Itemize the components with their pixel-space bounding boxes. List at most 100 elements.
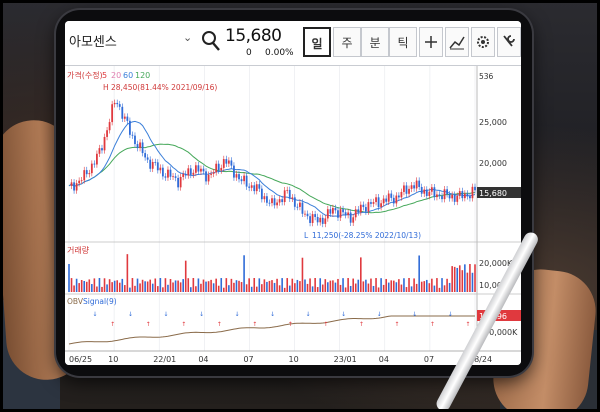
- volume-bar: [321, 284, 324, 292]
- candle-body: [433, 187, 436, 198]
- volume-bar: [108, 279, 111, 292]
- volume-bar: [103, 278, 106, 292]
- volume-bar: [347, 278, 349, 292]
- volume-bar: [410, 286, 413, 292]
- candle-body: [200, 168, 202, 172]
- candle-body: [306, 213, 309, 217]
- volume-bar: [167, 284, 169, 292]
- candle-body: [146, 157, 149, 160]
- ma20-legend: 20: [111, 71, 121, 80]
- candle-body: [342, 209, 344, 213]
- candle-body: [446, 189, 448, 195]
- volume-bar: [263, 279, 266, 292]
- tab-tick[interactable]: 틱: [389, 27, 417, 57]
- volume-bar: [184, 260, 187, 292]
- candle-body: [263, 196, 266, 200]
- candle-body: [139, 142, 141, 149]
- volume-bar: [349, 285, 352, 292]
- candle-body: [161, 167, 164, 177]
- candle-body: [471, 186, 474, 199]
- volume-bar: [283, 287, 286, 292]
- candle-body: [448, 194, 451, 199]
- candle-body: [405, 185, 408, 194]
- chevron-down-icon[interactable]: ⌄: [183, 31, 192, 44]
- volume-bar: [225, 278, 228, 292]
- signal-arrow: ↑: [465, 321, 470, 328]
- signal-arrow: ↑: [288, 321, 293, 328]
- candle-body: [238, 174, 240, 180]
- candle-body: [458, 191, 461, 196]
- volume-bar: [387, 282, 390, 292]
- volume-bar: [162, 287, 164, 292]
- stock-name[interactable]: 아모센스: [69, 31, 117, 50]
- volume-bar: [448, 282, 451, 292]
- signal-arrow: ↑: [359, 321, 364, 328]
- signal-arrow: ↓: [128, 311, 133, 318]
- signal-arrow: ↓: [412, 311, 417, 318]
- candle-body: [121, 106, 124, 119]
- candle-body: [344, 212, 347, 216]
- candle-body: [293, 197, 296, 207]
- candle-body: [108, 122, 111, 131]
- volume-bar: [370, 278, 372, 292]
- candle-body: [329, 209, 332, 214]
- price-change-percent: 0.00%: [265, 48, 294, 58]
- candle-body: [205, 171, 207, 182]
- candle-body: [182, 173, 185, 177]
- candle-body: [271, 198, 273, 204]
- top-tick: 536: [479, 72, 494, 81]
- stock-app-screen: 아모센스 ⌄ 15,680 0 0.00% 일 주 분 틱 가격(수정) 5 2…: [65, 21, 521, 365]
- tab-minute[interactable]: 분: [361, 27, 389, 57]
- candle-body: [266, 196, 268, 203]
- candle-body: [451, 194, 454, 199]
- volume-bar: [314, 278, 316, 292]
- volume-bar: [240, 282, 243, 292]
- candle-body: [418, 180, 421, 187]
- stock-chart[interactable]: 가격(수정) 5 20 60 120 H 28,450(81.44% 2021/…: [65, 66, 521, 365]
- volume-bar: [446, 278, 448, 292]
- current-price: 15,680: [225, 26, 282, 46]
- volume-bar: [342, 278, 344, 292]
- candle-body: [144, 153, 147, 158]
- candle-body: [80, 180, 83, 182]
- volume-bar: [190, 287, 192, 292]
- candle-body: [248, 186, 251, 188]
- candle-body: [225, 159, 228, 164]
- x-tick-label: 10: [289, 355, 299, 364]
- volume-bar: [281, 278, 283, 292]
- candle-body: [255, 184, 258, 192]
- candle-body: [276, 202, 278, 206]
- volume-bar: [141, 279, 144, 292]
- volume-bar: [436, 278, 438, 292]
- candle-body: [372, 202, 375, 204]
- tab-weekly[interactable]: 주: [333, 27, 361, 57]
- search-icon[interactable]: [199, 29, 223, 53]
- volume-bar: [70, 278, 73, 292]
- volume-bar: [96, 286, 98, 292]
- x-tick-label: 22/01: [153, 355, 176, 364]
- candle-body: [436, 194, 438, 198]
- candle-body: [463, 193, 466, 199]
- volume-bar: [83, 281, 86, 292]
- volume-bar: [400, 284, 403, 292]
- indicator-icon[interactable]: [445, 27, 469, 57]
- volume-bar: [309, 278, 311, 292]
- volume-bar: [88, 279, 91, 292]
- candle-body: [354, 209, 357, 218]
- tab-daily[interactable]: 일: [303, 27, 331, 57]
- volume-bar: [441, 278, 443, 292]
- candle-body: [415, 180, 418, 189]
- candle-body: [113, 102, 116, 105]
- volume-bar: [390, 280, 393, 292]
- candle-body: [116, 102, 119, 105]
- crosshair-icon[interactable]: [419, 27, 443, 57]
- volume-bar: [311, 286, 314, 292]
- settings-icon[interactable]: [471, 27, 495, 57]
- volume-bar: [205, 281, 207, 292]
- candle-body: [101, 148, 103, 151]
- candle-body: [187, 168, 190, 176]
- wrench-icon[interactable]: [497, 27, 521, 57]
- volume-bar: [266, 281, 268, 292]
- candle-body: [286, 189, 289, 191]
- volume-bar: [375, 278, 377, 292]
